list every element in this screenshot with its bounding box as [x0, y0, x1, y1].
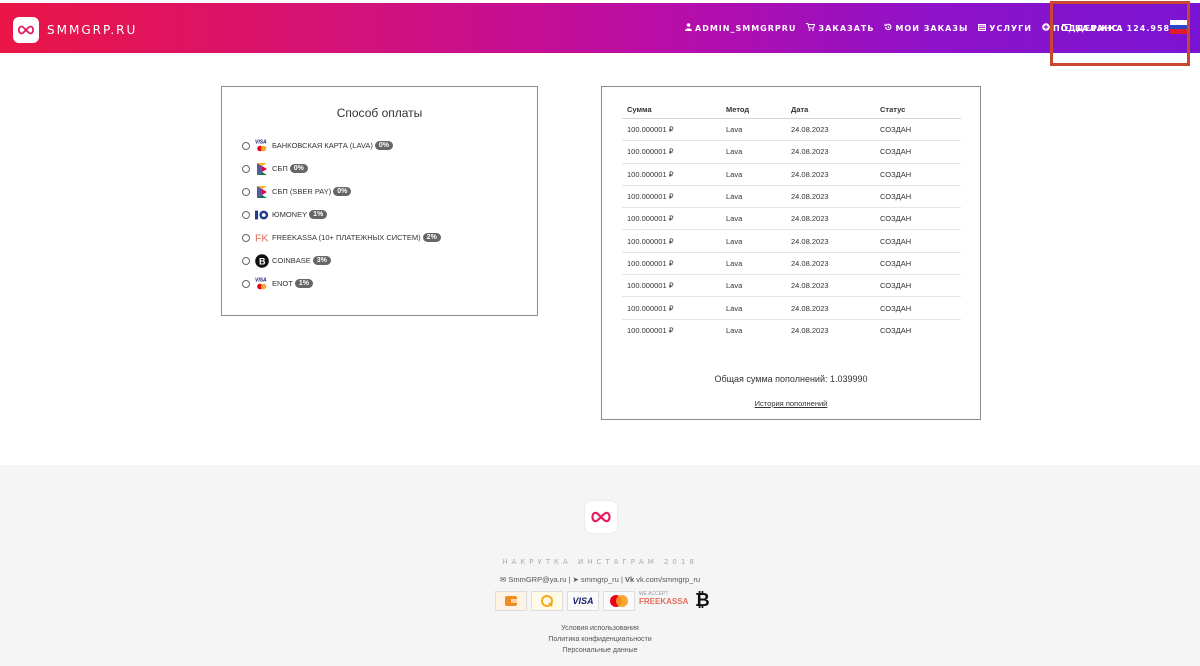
- footer-link-terms[interactable]: Условия использования: [0, 623, 1200, 634]
- footer-infinity-logo-icon[interactable]: [585, 501, 617, 533]
- column-header-method: Метод: [726, 105, 750, 114]
- fee-badge: 0%: [289, 164, 308, 173]
- visa-mastercard-icon: VISA: [255, 139, 269, 153]
- envelope-icon: ✉: [499, 575, 507, 584]
- column-header-status: Статус: [880, 105, 906, 114]
- table-header-row: Сумма Метод Дата Статус: [622, 101, 961, 119]
- freekassa-logo-icon: WE ACCEPT FREEKASSA: [639, 590, 689, 606]
- wallet-logo-icon: [495, 590, 527, 611]
- qiwi-logo-icon: [531, 590, 563, 611]
- history-icon: [884, 23, 892, 33]
- bitcoin-icon: B: [255, 253, 269, 268]
- radio-button[interactable]: [242, 279, 250, 288]
- nav-item-my-orders[interactable]: МОИ ЗАКАЗЫ: [884, 23, 968, 33]
- payment-option-coinbase[interactable]: B COINBASE 3%: [242, 249, 537, 272]
- payment-method-card: Способ оплаты VISA БАНКОВСКАЯ КАРТА (LAV…: [221, 86, 538, 316]
- vk-icon: Vk: [625, 575, 635, 584]
- freekassa-icon: FK: [255, 231, 269, 245]
- deposit-history-link[interactable]: История пополнений: [602, 399, 980, 408]
- user-icon: [685, 23, 692, 33]
- radio-button[interactable]: [242, 187, 250, 196]
- fee-badge: 3%: [312, 256, 331, 265]
- footer-link-privacy[interactable]: Политика конфиденциальности: [0, 634, 1200, 645]
- payment-option-enot[interactable]: VISA ENOT 1%: [242, 272, 537, 295]
- infinity-logo-icon: [13, 17, 39, 43]
- svg-text:VISA: VISA: [255, 140, 267, 146]
- table-row: 100.000001 ₽ Lava 24.08.2023 СОЗДАН: [622, 275, 961, 298]
- telegram-icon: ➤: [572, 575, 579, 584]
- table-row: 100.000001 ₽ Lava 24.08.2023 СОЗДАН: [622, 164, 961, 186]
- radio-button[interactable]: [242, 164, 250, 173]
- table-row: 100.000001 ₽ Lava 24.08.2023 СОЗДАН: [622, 119, 961, 142]
- payment-option-freekassa[interactable]: FK FREEKASSA (10+ ПЛАТЕЖНЫХ СИСТЕМ) 2%: [242, 226, 537, 249]
- table-row: 100.000001 ₽ Lava 24.08.2023 СОЗДАН: [622, 141, 961, 164]
- visa-logo-icon: VISA: [567, 590, 599, 611]
- payment-option-sbp[interactable]: СБП 0%: [242, 157, 537, 180]
- yoomoney-icon: [255, 208, 269, 222]
- table-row: 100.000001 ₽ Lava 24.08.2023 СОЗДАН: [622, 208, 961, 231]
- footer: НАКРУТКА ИНСТАГРАМ 2018 ✉ SmmGRP@ya.ru |…: [0, 465, 1200, 666]
- table-row: 100.000001 ₽ Lava 24.08.2023 СОЗДАН: [622, 186, 961, 209]
- deposit-history-card: Сумма Метод Дата Статус 100.000001 ₽ Lava…: [601, 86, 981, 420]
- balance-highlight-box: [1050, 1, 1190, 66]
- mastercard-logo-icon: [603, 590, 635, 611]
- logo[interactable]: SMMGRP.RU: [13, 17, 137, 43]
- footer-vk[interactable]: vk.com/smmgrp_ru: [636, 575, 700, 584]
- nav-item-account[interactable]: ADMIN_SMMGRPRU: [685, 23, 796, 33]
- table-row: 100.000001 ₽ Lava 24.08.2023 СОЗДАН: [622, 230, 961, 253]
- table-row: 100.000001 ₽ Lava 24.08.2023 СОЗДАН: [627, 326, 912, 336]
- payment-method-list: VISA БАНКОВСКАЯ КАРТА (LAVA) 0% СБП 0% С…: [242, 134, 537, 295]
- radio-button[interactable]: [242, 233, 250, 242]
- footer-email[interactable]: SmmGRP@ya.ru: [508, 575, 566, 584]
- deposit-table: Сумма Метод Дата Статус 100.000001 ₽ Lava…: [622, 101, 961, 342]
- payment-logos: VISA WE ACCEPT FREEKASSA ₿: [495, 590, 710, 611]
- visa-mastercard-icon: VISA: [255, 277, 269, 291]
- payment-method-title: Способ оплаты: [336, 106, 423, 120]
- footer-links: Условия использования Политика конфиденц…: [0, 623, 1200, 656]
- fee-badge: 0%: [374, 141, 393, 150]
- nav-item-order[interactable]: ЗАКАЗАТЬ: [806, 23, 874, 33]
- svg-text:VISA: VISA: [255, 278, 267, 284]
- top-navbar: SMMGRP.RU ADMIN_SMMGRPRU ЗАКАЗАТЬ МОИ ЗА…: [0, 3, 1200, 53]
- radio-button[interactable]: [242, 256, 250, 265]
- footer-link-personal-data[interactable]: Персональные данные: [0, 645, 1200, 656]
- payment-option-sberpay[interactable]: СБП (SBER PAY) 0%: [242, 180, 537, 203]
- payment-option-lava[interactable]: VISA БАНКОВСКАЯ КАРТА (LAVA) 0%: [242, 134, 537, 157]
- fee-badge: 0%: [333, 187, 352, 196]
- sbp-icon: [255, 185, 269, 199]
- fee-badge: 2%: [422, 233, 441, 242]
- list-icon: [978, 23, 987, 33]
- footer-telegram[interactable]: smmgrp_ru: [581, 575, 619, 584]
- svg-text:B: B: [259, 256, 266, 266]
- table-row: 100.000001 ₽ Lava 24.08.2023 СОЗДАН: [622, 253, 961, 276]
- footer-contacts: ✉ SmmGRP@ya.ru | ➤ smmgrp_ru | Vk vk.com…: [499, 575, 701, 584]
- logo-text: SMMGRP.RU: [47, 23, 138, 37]
- column-header-amount: Сумма: [627, 105, 652, 114]
- payment-option-yoomoney[interactable]: ЮMONEY 1%: [242, 203, 537, 226]
- deposit-total: Общая сумма пополнений: 1.039990: [714, 374, 868, 384]
- help-icon: [1042, 23, 1050, 33]
- radio-button[interactable]: [242, 210, 250, 219]
- bitcoin-logo-icon: ₿: [695, 590, 710, 610]
- table-row: 100.000001 ₽ Lava 24.08.2023 СОЗДАН: [622, 297, 961, 320]
- fee-badge: 1%: [309, 210, 328, 219]
- footer-tagline: НАКРУТКА ИНСТАГРАМ 2018: [502, 558, 698, 566]
- fee-badge: 1%: [294, 279, 313, 288]
- nav-item-services[interactable]: УСЛУГИ: [978, 23, 1032, 33]
- column-header-date: Дата: [791, 105, 809, 114]
- cart-icon: [806, 23, 816, 33]
- svg-text:FK: FK: [255, 232, 268, 244]
- radio-button[interactable]: [242, 141, 250, 150]
- sbp-icon: [255, 162, 269, 176]
